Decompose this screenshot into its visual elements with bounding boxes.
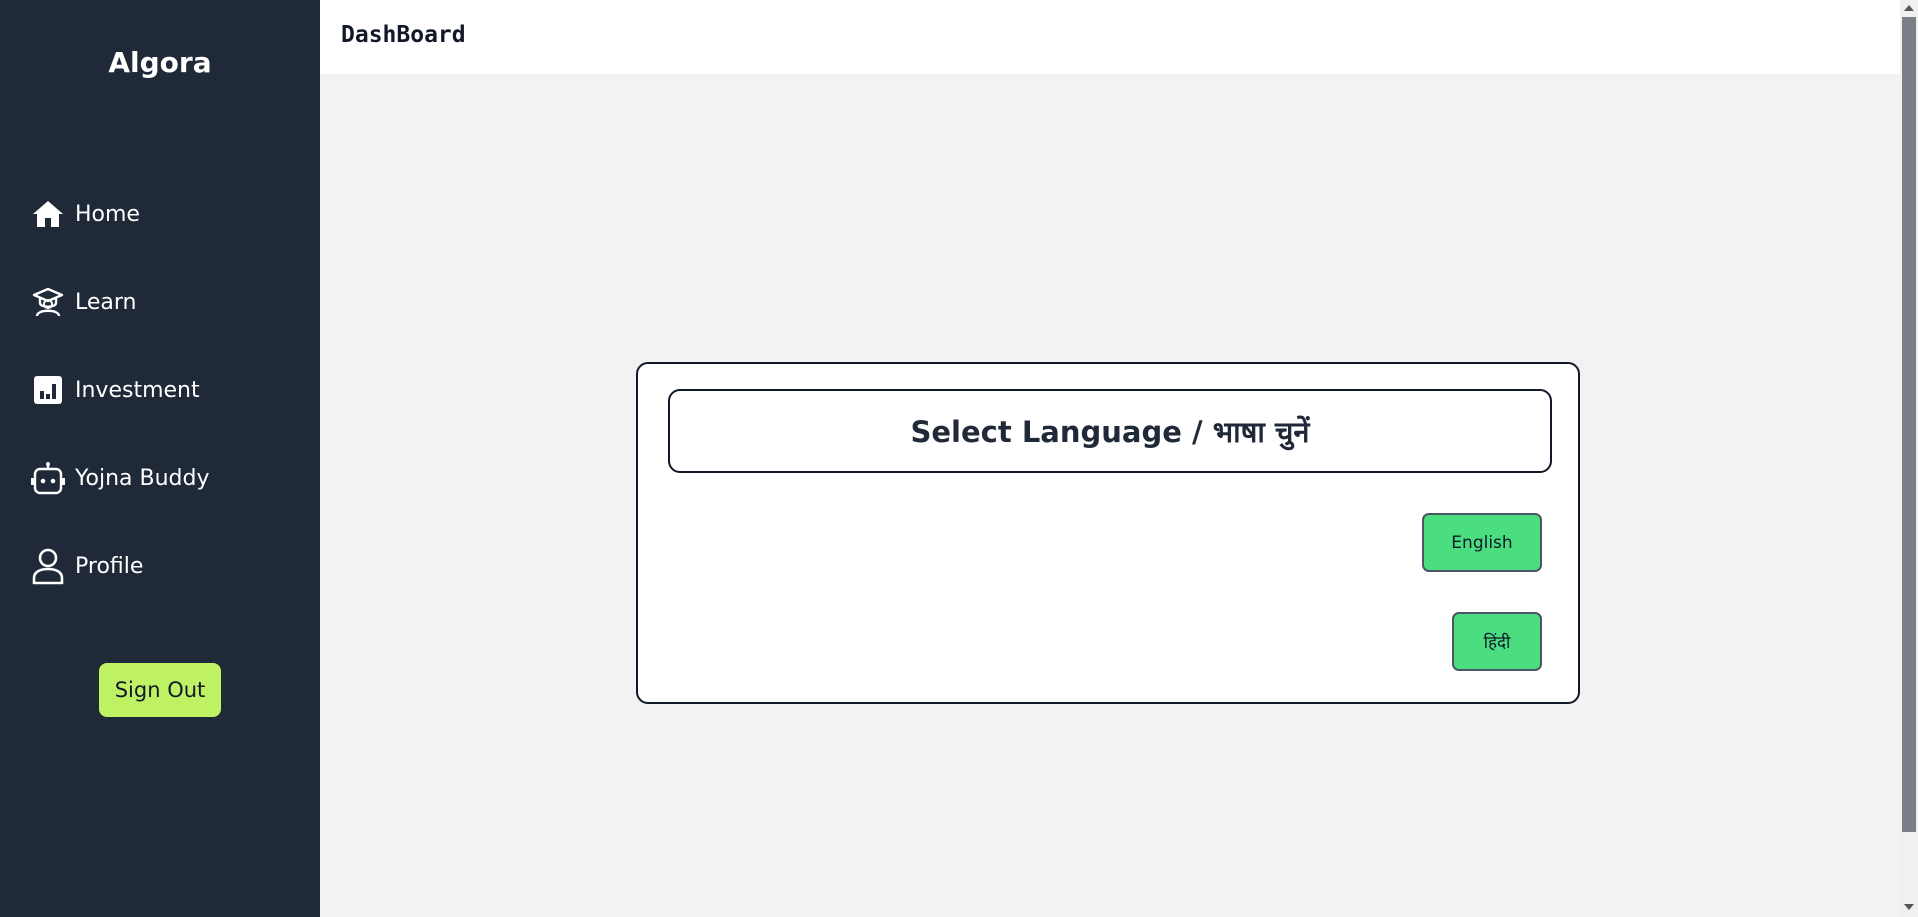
top-bar: DashBoard — [320, 0, 1900, 74]
sidebar-item-label: Yojna Buddy — [75, 465, 210, 491]
brand-logo-text: Algora — [108, 46, 212, 79]
sidebar-item-label: Home — [75, 201, 140, 227]
sidebar-item-yojna-buddy[interactable]: Yojna Buddy — [0, 434, 320, 522]
scroll-up-arrow-icon[interactable] — [1904, 5, 1914, 11]
scroll-down-arrow-icon[interactable] — [1904, 904, 1914, 910]
page-title: DashBoard — [341, 22, 466, 48]
vertical-scrollbar[interactable] — [1900, 0, 1918, 917]
sidebar-item-profile[interactable]: Profile — [0, 522, 320, 610]
sidebar-item-learn[interactable]: Learn — [0, 258, 320, 346]
sidebar-item-label: Profile — [75, 553, 144, 579]
language-card-header: Select Language / भाषा चुनें — [668, 389, 1552, 473]
sidebar-item-investment[interactable]: Investment — [0, 346, 320, 434]
user-icon — [30, 548, 66, 585]
sign-out-button[interactable]: Sign Out — [99, 663, 221, 717]
hindi-language-button[interactable]: हिंदी — [1452, 612, 1542, 671]
language-select-card: Select Language / भाषा चुनें English हिं… — [636, 362, 1580, 704]
sidebar: Algora Home Learn Investment Yojna Buddy… — [0, 0, 320, 917]
home-icon — [30, 196, 66, 232]
language-card-title: Select Language / भाषा चुनें — [910, 414, 1310, 449]
chart-icon — [30, 372, 66, 408]
graduate-icon — [30, 284, 66, 320]
sidebar-item-label: Investment — [75, 377, 200, 403]
sidebar-nav: Home Learn Investment Yojna Buddy Profil… — [0, 170, 320, 610]
sidebar-item-home[interactable]: Home — [0, 170, 320, 258]
robot-icon — [30, 460, 66, 496]
english-language-button[interactable]: English — [1422, 513, 1542, 572]
sidebar-item-label: Learn — [75, 289, 137, 315]
scrollbar-thumb[interactable] — [1902, 17, 1916, 832]
